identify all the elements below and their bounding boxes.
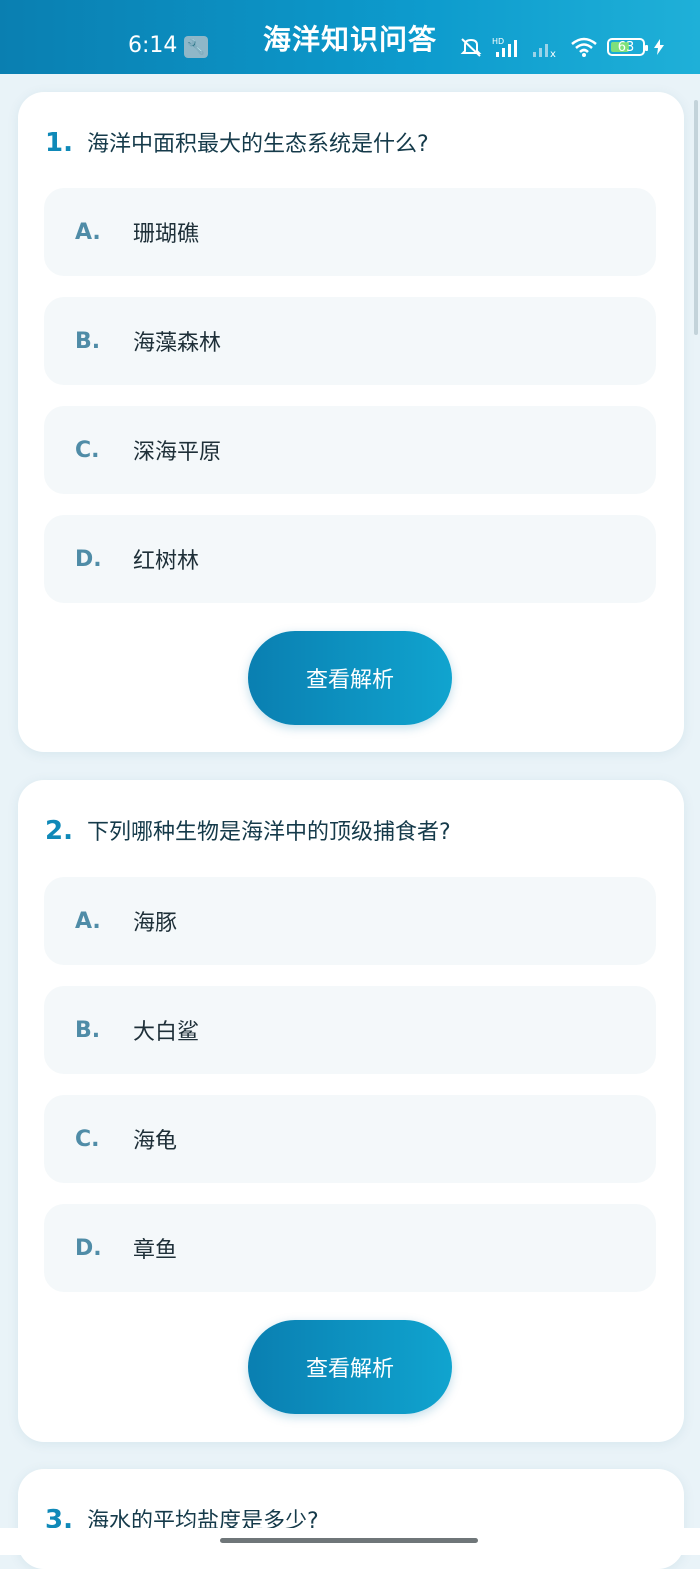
view-analysis-button[interactable]: 查看解析 (248, 1320, 452, 1414)
option-text: 章鱼 (133, 1238, 178, 1263)
option-letter: C. (75, 437, 100, 463)
scrollbar[interactable] (694, 100, 698, 335)
option-a[interactable]: A. 海豚 (44, 877, 656, 965)
option-a[interactable]: A. 珊瑚礁 (44, 188, 656, 276)
svg-text:HD: HD (492, 37, 504, 46)
app-header: 6:14 🔧 海洋知识问答 HD x 63 (0, 0, 700, 74)
option-b[interactable]: B. 海藻森林 (44, 297, 656, 385)
option-letter: C. (75, 1126, 100, 1152)
option-letter: D. (75, 1235, 102, 1261)
option-text: 海藻森林 (133, 331, 222, 356)
status-icons: HD x 63 (459, 33, 664, 61)
question-title: 1. 海洋中面积最大的生态系统是什么? (45, 126, 429, 158)
option-text: 深海平原 (133, 440, 222, 465)
option-c[interactable]: C. 海龟 (44, 1095, 656, 1183)
view-analysis-button[interactable]: 查看解析 (248, 631, 452, 725)
option-text: 海龟 (133, 1129, 178, 1154)
option-letter: B. (75, 1017, 101, 1043)
option-letter: D. (75, 546, 102, 572)
question-card-1: 1. 海洋中面积最大的生态系统是什么? A. 珊瑚礁 B. 海藻森林 C. 深海… (18, 92, 684, 752)
signal-icon: x (531, 36, 561, 58)
option-text: 海豚 (133, 911, 178, 936)
option-text: 红树林 (133, 549, 200, 574)
svg-text:x: x (550, 49, 556, 58)
option-letter: B. (75, 328, 101, 354)
option-text: 珊瑚礁 (133, 222, 200, 247)
charging-icon (654, 39, 664, 55)
question-text: 海洋中面积最大的生态系统是什么? (86, 132, 429, 157)
question-number: 2. (45, 816, 73, 846)
option-letter: A. (75, 908, 101, 934)
option-d[interactable]: D. 红树林 (44, 515, 656, 603)
option-letter: A. (75, 219, 101, 245)
option-text: 大白鲨 (133, 1020, 200, 1045)
hd-signal-icon: HD (492, 36, 522, 58)
option-c[interactable]: C. 深海平原 (44, 406, 656, 494)
option-d[interactable]: D. 章鱼 (44, 1204, 656, 1292)
home-indicator[interactable] (220, 1538, 478, 1543)
battery-level: 63 (617, 39, 635, 55)
battery-icon: 63 (607, 38, 648, 56)
question-title: 2. 下列哪种生物是海洋中的顶级捕食者? (45, 814, 451, 846)
mute-bell-icon (459, 36, 483, 58)
question-text: 下列哪种生物是海洋中的顶级捕食者? (86, 820, 451, 845)
question-number: 1. (45, 128, 73, 158)
question-card-2: 2. 下列哪种生物是海洋中的顶级捕食者? A. 海豚 B. 大白鲨 C. 海龟 … (18, 780, 684, 1442)
option-b[interactable]: B. 大白鲨 (44, 986, 656, 1074)
wifi-icon (570, 36, 598, 58)
